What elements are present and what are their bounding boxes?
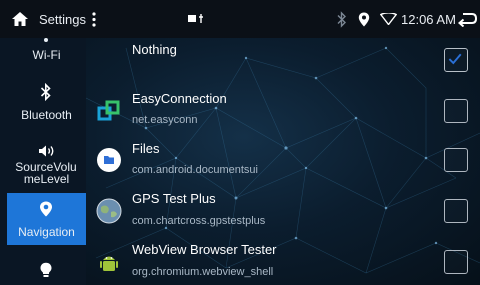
app-checkbox-gps-test-plus[interactable] bbox=[444, 199, 468, 223]
media-notification-icon bbox=[188, 14, 203, 23]
app-option-files[interactable]: Files com.android.documentsui bbox=[86, 139, 480, 189]
sidebar-item-navigation[interactable]: Navigation bbox=[7, 193, 86, 245]
app-name: GPS Test Plus bbox=[132, 191, 216, 206]
sidebar-item-label-cont: meLevel bbox=[23, 172, 70, 186]
app-package: com.android.documentsui bbox=[132, 164, 258, 176]
app-name: Files bbox=[132, 141, 160, 156]
wifi-status-icon bbox=[380, 13, 397, 25]
bluetooth-icon bbox=[40, 83, 51, 101]
app-checkbox-webview-browser-tester[interactable] bbox=[444, 250, 468, 274]
files-icon bbox=[97, 148, 121, 172]
app-option-easyconnection[interactable]: EasyConnection net.easyconn bbox=[86, 87, 480, 137]
sidebar-item-bluetooth[interactable]: Bluetooth bbox=[7, 78, 86, 128]
easyconnection-icon bbox=[97, 100, 120, 121]
android-icon bbox=[100, 256, 118, 271]
bluetooth-status-icon bbox=[337, 11, 346, 28]
app-checkbox-files[interactable] bbox=[444, 148, 468, 172]
navigation-app-list: Nothing EasyConnection net.easyconn File… bbox=[86, 38, 480, 285]
app-checkbox-easyconnection[interactable] bbox=[444, 99, 468, 123]
volume-icon bbox=[39, 145, 54, 157]
location-pin-icon bbox=[40, 201, 52, 217]
lightbulb-icon bbox=[40, 262, 52, 277]
gps-globe-icon bbox=[96, 198, 122, 224]
app-name: Nothing bbox=[132, 42, 177, 57]
sidebar-item-sourcevolumelevel[interactable]: SourceVolu meLevel bbox=[7, 141, 86, 193]
sidebar-item-label: Bluetooth bbox=[21, 108, 72, 122]
wifi-sidebar-icon bbox=[44, 38, 48, 42]
sidebar-item-label: Wi-Fi bbox=[32, 48, 61, 62]
app-package: org.chromium.webview_shell bbox=[132, 266, 274, 278]
clock: 12:06 AM bbox=[401, 12, 456, 27]
location-status-icon bbox=[358, 12, 370, 27]
sidebar-item-display[interactable] bbox=[7, 254, 86, 285]
app-package: net.easyconn bbox=[132, 114, 198, 126]
checkmark-icon bbox=[448, 53, 462, 65]
app-package: com.chartcross.gpstestplus bbox=[132, 215, 266, 227]
sidebar-item-wifi[interactable]: Wi-Fi bbox=[7, 38, 86, 68]
page-title: Settings bbox=[39, 12, 86, 27]
app-option-nothing[interactable]: Nothing bbox=[86, 38, 480, 88]
app-option-gps-test-plus[interactable]: GPS Test Plus com.chartcross.gpstestplus bbox=[86, 189, 480, 239]
sidebar-item-label: Navigation bbox=[18, 225, 75, 239]
app-name: WebView Browser Tester bbox=[132, 242, 277, 257]
back-icon[interactable] bbox=[457, 12, 477, 27]
status-bar: Settings 12:06 AM bbox=[0, 0, 480, 38]
app-option-webview-browser-tester[interactable]: WebView Browser Tester org.chromium.webv… bbox=[86, 240, 480, 285]
home-icon[interactable] bbox=[11, 11, 29, 27]
app-checkbox-nothing[interactable] bbox=[444, 48, 468, 72]
settings-sidebar: Wi-Fi Bluetooth SourceVolu meLevel Navig… bbox=[0, 38, 86, 285]
app-name: EasyConnection bbox=[132, 91, 227, 106]
more-options-icon[interactable] bbox=[92, 12, 96, 27]
